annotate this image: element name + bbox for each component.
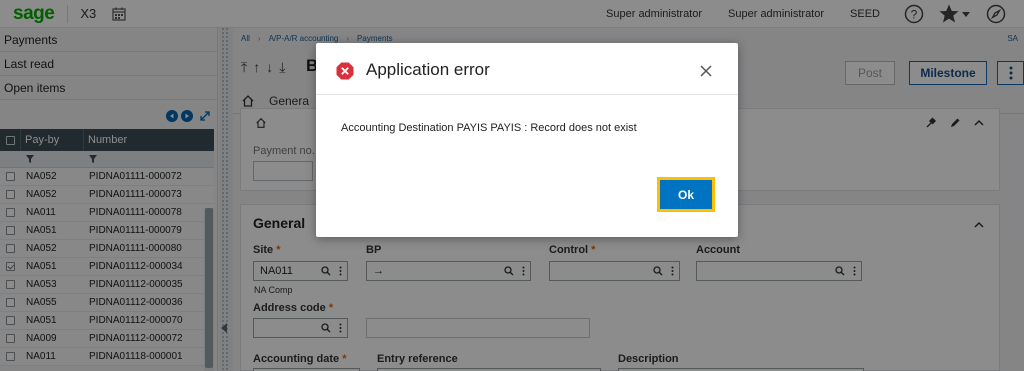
error-dialog: Application error Accounting Destination…: [316, 43, 738, 237]
ok-button[interactable]: Ok: [657, 177, 715, 212]
dialog-header: Application error: [316, 43, 738, 95]
close-icon[interactable]: [699, 64, 713, 78]
dialog-title: Application error: [366, 60, 490, 79]
dialog-message: Accounting Destination PAYIS PAYIS : Rec…: [341, 122, 637, 134]
error-icon: [336, 62, 354, 80]
